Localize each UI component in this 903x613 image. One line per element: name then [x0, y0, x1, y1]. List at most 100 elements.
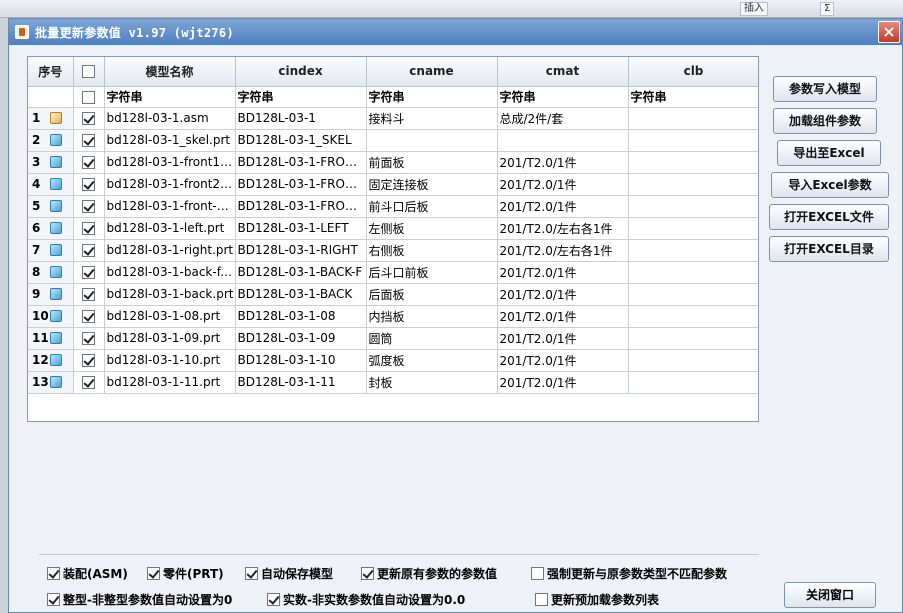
row-select-cell[interactable] — [73, 349, 105, 372]
row-index-cell[interactable]: 7 — [28, 239, 74, 262]
option-assembly[interactable]: 装配(ASM) — [47, 565, 128, 582]
option-assembly-checkbox[interactable] — [47, 567, 60, 580]
option-part[interactable]: 零件(PRT) — [147, 565, 224, 582]
type-cell-cname[interactable]: 字符串 — [366, 86, 498, 108]
cell-cmat[interactable]: 201/T2.0/1件 — [497, 283, 629, 306]
open-excel-file-button[interactable]: 打开EXCEL文件 — [769, 204, 889, 230]
table-row[interactable]: 7 bd128l-03-1-right.prt BD128L-03-1-RIGHT 右… — [28, 239, 758, 262]
cell-cname[interactable]: 前斗口后板 — [366, 195, 498, 218]
row-select-cell[interactable] — [73, 195, 105, 218]
cell-cname[interactable]: 左侧板 — [366, 217, 498, 240]
cell-cname[interactable]: 后斗口前板 — [366, 261, 498, 284]
cell-model-name[interactable]: bd128l-03-1-front2.prt — [104, 173, 236, 196]
col-header-select-all[interactable] — [73, 57, 105, 87]
cell-model-name[interactable]: bd128l-03-1-left.prt — [104, 217, 236, 240]
cell-cindex[interactable]: BD128L-03-1-BACK-F — [235, 261, 367, 284]
cell-cmat[interactable]: 201/T2.0/1件 — [497, 151, 629, 174]
option-refresh-preload-checkbox[interactable] — [535, 593, 548, 606]
row-select-cell[interactable] — [73, 129, 105, 152]
params-table[interactable]: 序号 模型名称 cindex cname cmat clb 字符串 字符串 字符… — [27, 56, 759, 422]
row-index-cell[interactable]: 2 — [28, 129, 74, 152]
col-header-cmat[interactable]: cmat — [497, 57, 629, 87]
cell-clb[interactable] — [628, 217, 758, 240]
row-select-cell[interactable] — [73, 151, 105, 174]
option-real-default-checkbox[interactable] — [267, 593, 280, 606]
cell-cname[interactable]: 内挡板 — [366, 305, 498, 328]
cell-cmat[interactable]: 201/T2.0/1件 — [497, 371, 629, 394]
cell-clb[interactable] — [628, 151, 758, 174]
import-excel-params-button[interactable]: 导入Excel参数 — [771, 172, 889, 198]
type-row-checkbox[interactable] — [82, 90, 95, 104]
cell-clb[interactable] — [628, 195, 758, 218]
cell-cindex[interactable]: BD128L-03-1-11 — [235, 371, 367, 394]
row-select-checkbox[interactable] — [82, 354, 95, 367]
row-select-checkbox[interactable] — [82, 376, 95, 389]
option-update-existing[interactable]: 更新原有参数的参数值 — [361, 565, 497, 582]
cell-model-name[interactable]: bd128l-03-1-09.prt — [104, 327, 236, 350]
row-select-checkbox[interactable] — [82, 156, 95, 169]
cell-cindex[interactable]: BD128L-03-1 — [235, 107, 367, 130]
cell-cname[interactable]: 弧度板 — [366, 349, 498, 372]
cell-clb[interactable] — [628, 261, 758, 284]
cell-cindex[interactable]: BD128L-03-1-BACK — [235, 283, 367, 306]
type-cell-clb[interactable]: 字符串 — [628, 86, 758, 108]
option-refresh-preload[interactable]: 更新预加载参数列表 — [535, 591, 659, 608]
option-auto-save[interactable]: 自动保存模型 — [245, 565, 333, 582]
cell-cmat[interactable]: 201/T2.0/1件 — [497, 327, 629, 350]
cell-cindex[interactable]: BD128L-03-1-10 — [235, 349, 367, 372]
row-select-checkbox[interactable] — [82, 222, 95, 235]
row-select-checkbox[interactable] — [82, 200, 95, 213]
cell-cname[interactable]: 后面板 — [366, 283, 498, 306]
cell-cmat[interactable]: 201/T2.0/1件 — [497, 349, 629, 372]
row-select-cell[interactable] — [73, 305, 105, 328]
cell-cindex[interactable]: BD128L-03-1-LEFT — [235, 217, 367, 240]
cell-clb[interactable] — [628, 173, 758, 196]
row-select-checkbox[interactable] — [82, 266, 95, 279]
option-int-default-checkbox[interactable] — [47, 593, 60, 606]
row-index-cell[interactable]: 4 — [28, 173, 74, 196]
cell-cname[interactable]: 前面板 — [366, 151, 498, 174]
type-row-check[interactable] — [73, 86, 105, 108]
row-index-cell[interactable]: 3 — [28, 151, 74, 174]
option-force-update[interactable]: 强制更新与原参数类型不匹配参数 — [531, 565, 727, 582]
row-index-cell[interactable]: 8 — [28, 261, 74, 284]
cell-clb[interactable] — [628, 349, 758, 372]
row-index-cell[interactable]: 5 — [28, 195, 74, 218]
row-select-cell[interactable] — [73, 239, 105, 262]
row-select-checkbox[interactable] — [82, 244, 95, 257]
export-to-excel-button[interactable]: 导出至Excel — [777, 140, 881, 166]
table-row[interactable]: 12 bd128l-03-1-10.prt BD128L-03-1-10 弧度板 201… — [28, 349, 758, 372]
option-auto-save-checkbox[interactable] — [245, 567, 258, 580]
cell-model-name[interactable]: bd128l-03-1_skel.prt — [104, 129, 236, 152]
cell-cname[interactable] — [366, 129, 498, 152]
cell-cmat[interactable] — [497, 129, 629, 152]
row-select-cell[interactable] — [73, 107, 105, 130]
cell-cmat[interactable]: 201/T2.0/1件 — [497, 195, 629, 218]
col-header-clb[interactable]: clb — [628, 57, 758, 87]
cell-clb[interactable] — [628, 283, 758, 306]
cell-cmat[interactable]: 201/T2.0/1件 — [497, 173, 629, 196]
close-window-button[interactable]: 关闭窗口 — [784, 582, 876, 608]
row-select-cell[interactable] — [73, 327, 105, 350]
row-select-checkbox[interactable] — [82, 288, 95, 301]
cell-cmat[interactable]: 201/T2.0/1件 — [497, 261, 629, 284]
table-row[interactable]: 8 bd128l-03-1-back-f.prt BD128L-03-1-BACK-… — [28, 261, 758, 284]
cell-model-name[interactable]: bd128l-03-1-front-b.prt — [104, 195, 236, 218]
cell-model-name[interactable]: bd128l-03-1-08.prt — [104, 305, 236, 328]
row-index-cell[interactable]: 11 — [28, 327, 74, 350]
table-row[interactable]: 6 bd128l-03-1-left.prt BD128L-03-1-LEFT 左侧板… — [28, 217, 758, 240]
cell-model-name[interactable]: bd128l-03-1-11.prt — [104, 371, 236, 394]
row-select-cell[interactable] — [73, 173, 105, 196]
cell-cindex[interactable]: BD128L-03-1-FRONT1 — [235, 151, 367, 174]
cell-cname[interactable]: 接料斗 — [366, 107, 498, 130]
cell-cname[interactable]: 固定连接板 — [366, 173, 498, 196]
row-select-checkbox[interactable] — [82, 310, 95, 323]
cell-clb[interactable] — [628, 239, 758, 262]
cell-model-name[interactable]: bd128l-03-1.asm — [104, 107, 236, 130]
cell-clb[interactable] — [628, 129, 758, 152]
cell-clb[interactable] — [628, 327, 758, 350]
table-row[interactable]: 11 bd128l-03-1-09.prt BD128L-03-1-09 圆筒 201/… — [28, 327, 758, 350]
row-select-cell[interactable] — [73, 371, 105, 394]
cell-cname[interactable]: 封板 — [366, 371, 498, 394]
row-select-cell[interactable] — [73, 283, 105, 306]
